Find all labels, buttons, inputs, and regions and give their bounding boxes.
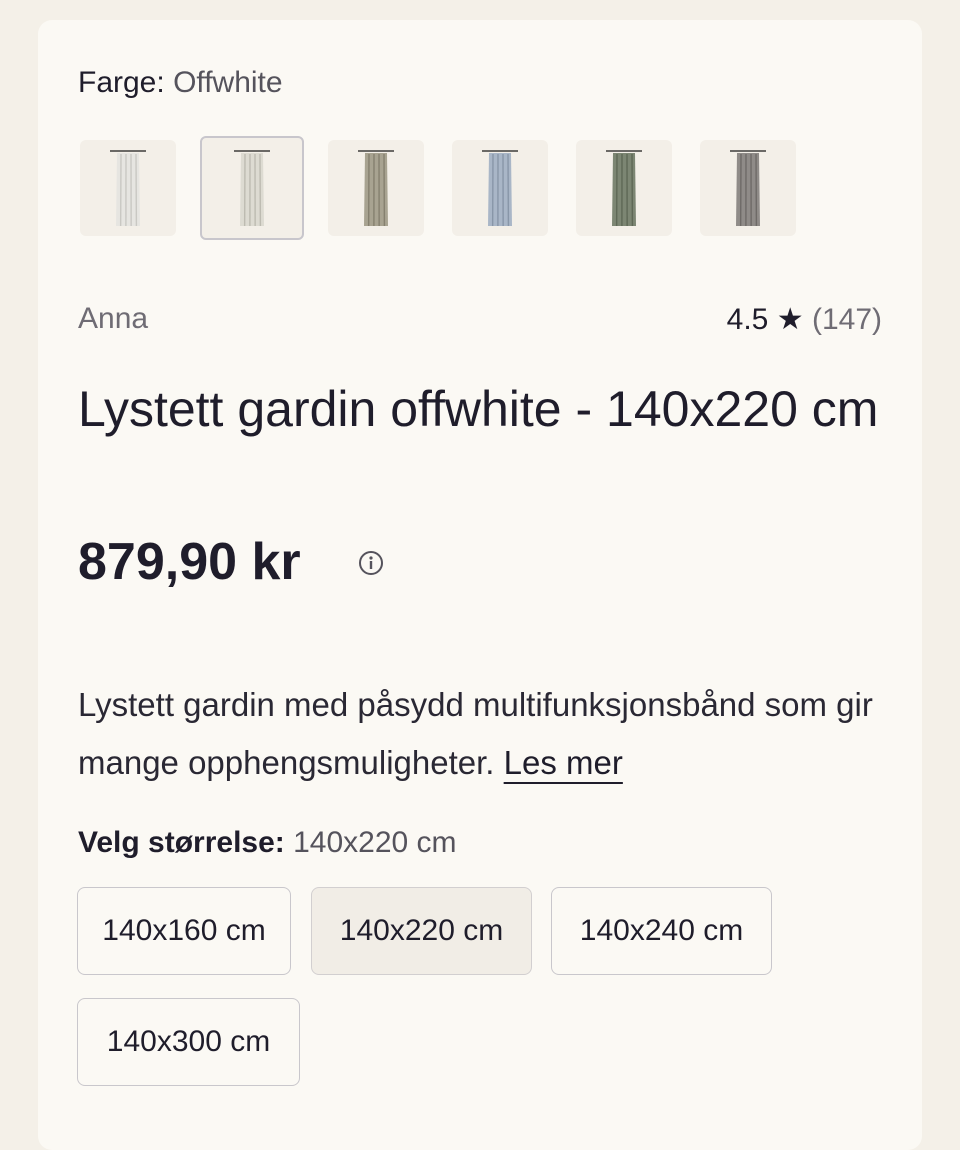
curtain-thumbnail-icon [482,150,518,227]
color-swatch-beige[interactable] [328,140,424,236]
info-icon[interactable] [358,550,384,576]
size-option-140x240[interactable]: 140x240 cm [551,887,772,975]
curtain-thumbnail-icon [234,150,270,227]
color-swatch-offwhite-2[interactable] [200,136,304,240]
product-card: Farge: Offwhite Anna 4.5 ★ (147) Lystett… [38,20,922,1150]
color-value: Offwhite [173,66,283,99]
color-swatch-blue[interactable] [452,140,548,236]
size-option-140x220[interactable]: 140x220 cm [311,887,532,975]
color-label: Farge: [78,66,165,99]
size-option-140x300[interactable]: 140x300 cm [77,998,300,1086]
product-brand[interactable]: Anna [78,302,148,336]
color-swatch-offwhite-1[interactable] [80,140,176,236]
star-icon: ★ [776,303,804,336]
color-swatch-green[interactable] [576,140,672,236]
color-swatch-grey[interactable] [700,140,796,236]
size-value: 140x220 cm [293,826,457,859]
curtain-thumbnail-icon [110,150,146,227]
description-text: Lystett gardin med påsydd multifunksjons… [78,686,873,781]
product-description: Lystett gardin med påsydd multifunksjons… [78,676,888,792]
rating-score: 4.5 [726,303,769,336]
size-label: Velg størrelse: [78,826,285,859]
curtain-thumbnail-icon [606,150,642,227]
curtain-thumbnail-icon [358,150,394,227]
size-selection-label: Velg størrelse: 140x220 cm [78,826,457,860]
rating-count: (147) [811,303,882,336]
size-option-140x160[interactable]: 140x160 cm [77,887,291,975]
color-selection-label: Farge: Offwhite [78,66,283,100]
product-title: Lystett gardin offwhite - 140x220 cm [78,381,879,437]
curtain-thumbnail-icon [730,150,766,227]
product-price: 879,90 kr [78,533,301,591]
product-rating[interactable]: 4.5 ★ (147) [727,302,882,337]
read-more-link[interactable]: Les mer [504,744,623,781]
